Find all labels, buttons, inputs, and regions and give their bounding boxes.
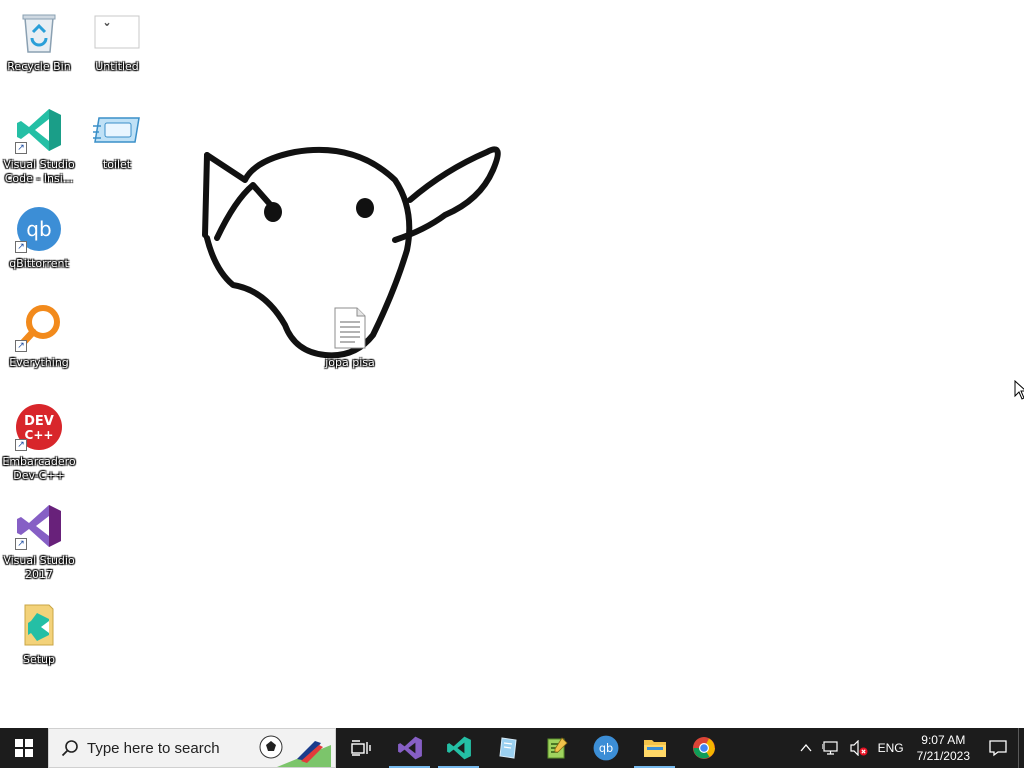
shortcut-arrow-icon: ↗ bbox=[15, 340, 27, 352]
desktop-icon-toilet[interactable]: toilet bbox=[79, 106, 155, 172]
desktop-icon-label: Untitled bbox=[95, 60, 139, 73]
desktop-icon-recycle-bin[interactable]: Recycle Bin bbox=[1, 8, 77, 74]
desktop-icon-jopa-pisa[interactable]: jopa pisa bbox=[312, 304, 388, 370]
text-file-icon bbox=[326, 304, 374, 352]
desktop[interactable]: Recycle Bin Untitled ↗ Visual Studio Cod… bbox=[0, 0, 1024, 728]
notepad-plus-icon bbox=[547, 737, 568, 759]
show-desktop-button[interactable] bbox=[1018, 728, 1024, 768]
desktop-icon-vscode-insiders[interactable]: ↗ Visual Studio Code - Insi... bbox=[1, 106, 77, 186]
desktop-icon-label: qBittorrent bbox=[9, 257, 69, 270]
taskbar-qbittorrent[interactable]: qb bbox=[581, 728, 630, 768]
clock-date: 7/21/2023 bbox=[916, 749, 970, 763]
chrome-icon bbox=[692, 737, 715, 759]
search-icon bbox=[61, 740, 78, 757]
vscode-icon bbox=[446, 736, 471, 760]
visual-studio-icon bbox=[397, 736, 422, 760]
taskbar-notepad-plus[interactable] bbox=[532, 728, 581, 768]
search-highlight-soccer-icon bbox=[259, 735, 331, 767]
start-button[interactable] bbox=[0, 728, 48, 768]
taskbar-search-box[interactable]: Type here to search bbox=[48, 728, 336, 768]
desktop-icon-setup[interactable]: Setup bbox=[1, 601, 77, 667]
svg-text:qb: qb bbox=[598, 742, 612, 755]
qbittorrent-icon: qb ↗ bbox=[15, 205, 63, 253]
desktop-icon-label: Visual Studio Code - Insi... bbox=[3, 158, 75, 185]
system-tray: ENG 9:07 AM 7/21/2023 bbox=[795, 728, 1024, 768]
devcpp-icon: DEV C++ ↗ bbox=[15, 403, 63, 451]
task-view-button[interactable] bbox=[336, 728, 385, 768]
visual-studio-icon: ↗ bbox=[15, 502, 63, 550]
mouse-cursor-icon bbox=[1014, 380, 1024, 400]
network-tray-button[interactable] bbox=[817, 728, 845, 768]
desktop-icon-label: toilet bbox=[102, 158, 132, 171]
file-explorer-icon bbox=[643, 740, 666, 757]
recycle-bin-icon bbox=[15, 8, 63, 56]
qbittorrent-icon: qb bbox=[593, 735, 618, 761]
vscode-insiders-icon: ↗ bbox=[15, 106, 63, 154]
shortcut-arrow-icon: ↗ bbox=[15, 241, 27, 253]
svg-text:DEV: DEV bbox=[24, 414, 54, 429]
desktop-icon-label: Setup bbox=[22, 653, 56, 666]
notification-icon bbox=[989, 740, 1007, 757]
desktop-icon-label: jopa pisa bbox=[325, 356, 375, 369]
show-hidden-icons-button[interactable] bbox=[795, 728, 817, 768]
clock[interactable]: 9:07 AM 7/21/2023 bbox=[909, 732, 978, 764]
windows-logo-icon bbox=[15, 739, 33, 757]
svg-text:qb: qb bbox=[26, 217, 51, 241]
taskbar-vscode[interactable] bbox=[434, 728, 483, 768]
taskbar-disk-tool[interactable] bbox=[483, 728, 532, 768]
desktop-icon-devcpp[interactable]: DEV C++ ↗ Embarcadero Dev-C++ bbox=[1, 403, 77, 483]
taskbar-file-explorer[interactable] bbox=[630, 728, 679, 768]
shortcut-arrow-icon: ↗ bbox=[15, 439, 27, 451]
toilet-app-icon bbox=[93, 106, 141, 154]
language-indicator: ENG bbox=[877, 741, 904, 755]
volume-tray-button[interactable] bbox=[845, 728, 873, 768]
svg-text:C++: C++ bbox=[25, 428, 54, 442]
disk-tool-icon bbox=[498, 737, 517, 759]
image-file-icon bbox=[93, 8, 141, 56]
desktop-icon-untitled[interactable]: Untitled bbox=[79, 8, 155, 74]
input-language-button[interactable]: ENG bbox=[873, 728, 909, 768]
desktop-icon-everything[interactable]: ↗ Everything bbox=[1, 304, 77, 370]
clock-time: 9:07 AM bbox=[921, 733, 966, 747]
desktop-icon-visual-studio-2017[interactable]: ↗ Visual Studio 2017 bbox=[1, 502, 77, 582]
action-center-button[interactable] bbox=[978, 728, 1018, 768]
network-icon bbox=[821, 741, 838, 755]
search-placeholder: Type here to search bbox=[87, 739, 220, 757]
volume-muted-icon bbox=[849, 740, 868, 756]
everything-search-icon: ↗ bbox=[15, 304, 63, 352]
taskbar: Type here to search qb ENG 9:07 AM 7/21/… bbox=[0, 728, 1024, 768]
desktop-icon-qbittorrent[interactable]: qb ↗ qBittorrent bbox=[1, 205, 77, 271]
taskbar-chrome[interactable] bbox=[679, 728, 728, 768]
desktop-icon-label: Recycle Bin bbox=[7, 60, 71, 73]
desktop-icon-label: Everything bbox=[9, 356, 69, 369]
desktop-icon-label: Embarcadero Dev-C++ bbox=[2, 455, 76, 482]
folder-icon bbox=[15, 601, 63, 649]
chevron-up-icon bbox=[800, 744, 812, 752]
task-view-icon bbox=[350, 740, 371, 756]
taskbar-visual-studio[interactable] bbox=[385, 728, 434, 768]
desktop-icon-label: Visual Studio 2017 bbox=[3, 554, 75, 581]
shortcut-arrow-icon: ↗ bbox=[15, 538, 27, 550]
shortcut-arrow-icon: ↗ bbox=[15, 142, 27, 154]
